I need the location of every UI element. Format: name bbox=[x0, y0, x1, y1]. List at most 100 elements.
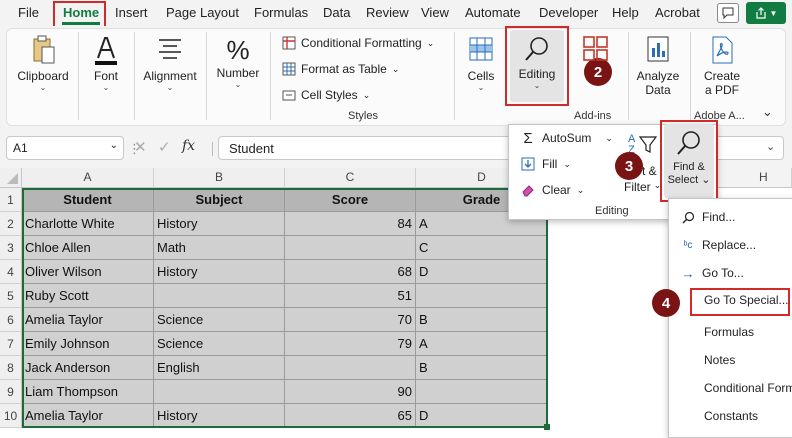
table-cell[interactable] bbox=[285, 236, 416, 260]
menu-developer[interactable]: Developer bbox=[539, 5, 598, 20]
table-cell[interactable]: Science bbox=[154, 332, 285, 356]
table-cell[interactable]: Oliver Wilson bbox=[22, 260, 154, 284]
row-header[interactable]: 2 bbox=[0, 212, 22, 236]
autosum-button[interactable]: Σ AutoSum ⌄ bbox=[520, 130, 613, 147]
column-header-c[interactable]: C bbox=[285, 168, 416, 188]
table-cell[interactable]: 65 bbox=[285, 404, 416, 428]
table-cell[interactable] bbox=[285, 356, 416, 380]
table-cell[interactable]: B bbox=[416, 356, 548, 380]
row-header[interactable]: 7 bbox=[0, 332, 22, 356]
table-cell[interactable]: 79 bbox=[285, 332, 416, 356]
enter-icon[interactable]: ✓ bbox=[158, 138, 171, 156]
row-header[interactable]: 1 bbox=[0, 188, 22, 212]
row-header[interactable]: 4 bbox=[0, 260, 22, 284]
analyze-data-button[interactable]: Analyze Data bbox=[634, 34, 682, 97]
table-cell[interactable]: Emily Johnson bbox=[22, 332, 154, 356]
table-cell[interactable]: Amelia Taylor bbox=[22, 308, 154, 332]
menu-item-go-to[interactable]: → Go To... bbox=[680, 265, 744, 281]
table-cell[interactable]: Liam Thompson bbox=[22, 380, 154, 404]
menu-acrobat[interactable]: Acrobat bbox=[655, 5, 700, 20]
menu-formulas[interactable]: Formulas bbox=[254, 5, 308, 20]
name-box[interactable]: A1 ⌄ bbox=[6, 136, 124, 160]
number-button[interactable]: % Number ⌄ bbox=[212, 34, 264, 90]
menu-item-notes[interactable]: Notes bbox=[704, 353, 735, 367]
table-cell[interactable]: Amelia Taylor bbox=[22, 404, 154, 428]
select-all-corner[interactable] bbox=[0, 168, 22, 188]
menu-item-constants[interactable]: Constants bbox=[704, 409, 758, 423]
table-cell[interactable]: B bbox=[416, 308, 548, 332]
share-button[interactable]: ▼ bbox=[746, 2, 786, 24]
comments-icon[interactable] bbox=[717, 3, 739, 23]
table-header-cell[interactable]: Subject bbox=[154, 188, 285, 212]
table-cell[interactable]: D bbox=[416, 404, 548, 428]
table-cell[interactable]: Jack Anderson bbox=[22, 356, 154, 380]
clear-label: Clear bbox=[542, 183, 571, 197]
table-cell[interactable]: 84 bbox=[285, 212, 416, 236]
table-cell[interactable]: A bbox=[416, 332, 548, 356]
ribbon-collapse-icon[interactable]: ⌄ bbox=[762, 104, 773, 120]
replace-icon: ᵇc bbox=[683, 239, 693, 251]
fill-handle[interactable] bbox=[544, 424, 550, 430]
row-header[interactable]: 10 bbox=[0, 404, 22, 428]
table-cell[interactable]: Ruby Scott bbox=[22, 284, 154, 308]
conditional-formatting-button[interactable]: Conditional Formatting ⌄ bbox=[282, 36, 434, 50]
cells-button[interactable]: Cells ⌄ bbox=[462, 34, 500, 93]
row-header[interactable]: 3 bbox=[0, 236, 22, 260]
menu-data[interactable]: Data bbox=[323, 5, 350, 20]
table-header-cell[interactable]: Student bbox=[22, 188, 154, 212]
clipboard-button[interactable]: Clipboard ⌄ bbox=[14, 34, 72, 93]
font-button[interactable]: Font ⌄ bbox=[86, 34, 126, 93]
table-header-cell[interactable]: Score bbox=[285, 188, 416, 212]
table-cell[interactable] bbox=[154, 380, 285, 404]
menu-help[interactable]: Help bbox=[612, 5, 639, 20]
row-header[interactable]: 9 bbox=[0, 380, 22, 404]
table-cell[interactable]: Science bbox=[154, 308, 285, 332]
table-cell[interactable]: English bbox=[154, 356, 285, 380]
menu-automate[interactable]: Automate bbox=[465, 5, 521, 20]
sort-filter-button[interactable]: Filter ⌄ bbox=[624, 180, 661, 194]
table-cell[interactable]: D bbox=[416, 260, 548, 284]
column-header-h[interactable]: H bbox=[759, 170, 768, 184]
table-cell[interactable] bbox=[416, 380, 548, 404]
cell-styles-label: Cell Styles bbox=[301, 88, 358, 102]
menu-item-replace[interactable]: ᵇc Replace... bbox=[680, 237, 756, 253]
table-cell[interactable]: Math bbox=[154, 236, 285, 260]
find-label: Find... bbox=[702, 210, 736, 224]
row-header[interactable]: 5 bbox=[0, 284, 22, 308]
column-header-b[interactable]: B bbox=[154, 168, 285, 188]
create-pdf-button[interactable]: Create a PDF bbox=[696, 34, 748, 97]
table-cell[interactable]: 51 bbox=[285, 284, 416, 308]
table-cell[interactable]: 70 bbox=[285, 308, 416, 332]
table-cell[interactable]: 90 bbox=[285, 380, 416, 404]
menu-item-conditional-formatting[interactable]: Conditional Form bbox=[704, 381, 792, 395]
clear-button[interactable]: Clear ⌄ bbox=[520, 182, 584, 198]
column-header-a[interactable]: A bbox=[22, 168, 154, 188]
menu-review[interactable]: Review bbox=[366, 5, 409, 20]
table-cell[interactable]: Chloe Allen bbox=[22, 236, 154, 260]
menu-insert[interactable]: Insert bbox=[115, 5, 148, 20]
menu-item-formulas[interactable]: Formulas bbox=[704, 325, 754, 339]
format-as-table-button[interactable]: Format as Table ⌄ bbox=[282, 62, 399, 76]
table-cell[interactable]: History bbox=[154, 212, 285, 236]
table-cell[interactable]: History bbox=[154, 404, 285, 428]
table-cell[interactable] bbox=[416, 284, 548, 308]
cancel-icon[interactable]: ✕ bbox=[134, 138, 147, 156]
addins-button[interactable] bbox=[578, 34, 614, 67]
table-cell[interactable] bbox=[154, 284, 285, 308]
menu-view[interactable]: View bbox=[421, 5, 449, 20]
table-cell[interactable]: C bbox=[416, 236, 548, 260]
expand-formula-icon[interactable]: ⌄ bbox=[766, 140, 775, 153]
table-cell[interactable]: Charlotte White bbox=[22, 212, 154, 236]
row-header[interactable]: 6 bbox=[0, 308, 22, 332]
fill-button[interactable]: Fill ⌄ bbox=[520, 156, 571, 172]
menu-file[interactable]: File bbox=[18, 5, 39, 20]
row-header[interactable]: 8 bbox=[0, 356, 22, 380]
cell-styles-button[interactable]: Cell Styles ⌄ bbox=[282, 88, 370, 102]
alignment-button[interactable]: Alignment ⌄ bbox=[140, 34, 200, 93]
conditional-formatting-label: Conditional Formatting bbox=[301, 36, 422, 50]
table-cell[interactable]: History bbox=[154, 260, 285, 284]
menu-item-find[interactable]: Find... bbox=[680, 209, 735, 225]
insert-function-icon[interactable]: fx bbox=[182, 138, 195, 154]
table-cell[interactable]: 68 bbox=[285, 260, 416, 284]
menu-page-layout[interactable]: Page Layout bbox=[166, 5, 239, 20]
